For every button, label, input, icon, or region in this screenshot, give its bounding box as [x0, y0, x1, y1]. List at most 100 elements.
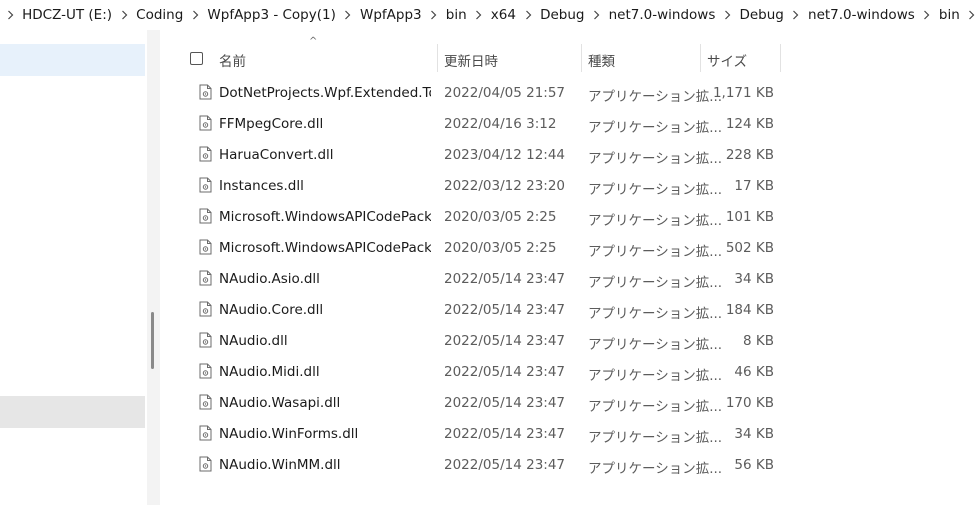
file-row[interactable]: NAudio.WinForms.dll 2022/05/14 23:47 アプリケー… [190, 418, 790, 449]
breadcrumb-item[interactable]: bin [933, 7, 966, 23]
chevron-right-icon[interactable] [590, 0, 602, 30]
breadcrumb-item[interactable]: bin [440, 7, 473, 23]
file-row[interactable]: NAudio.WinMM.dll 2022/05/14 23:47 アプリケーション… [190, 449, 790, 480]
file-date: 2022/04/05 21:57 [444, 85, 566, 101]
dll-file-icon [199, 363, 212, 379]
file-row[interactable]: NAudio.Midi.dll 2022/05/14 23:47 アプリケーション拡… [190, 356, 790, 387]
dll-file-icon [199, 301, 212, 317]
chevron-right-icon[interactable] [118, 0, 130, 30]
file-size: 170 KB [725, 395, 774, 411]
file-name[interactable]: NAudio.WinForms.dll [219, 426, 358, 442]
chevron-right-icon[interactable] [966, 0, 978, 30]
file-date: 2022/05/14 23:47 [444, 457, 566, 473]
chevron-right-icon[interactable] [721, 0, 733, 30]
file-date: 2022/05/14 23:47 [444, 426, 566, 442]
file-size: 56 KB [734, 457, 774, 473]
file-date: 2022/05/14 23:47 [444, 333, 566, 349]
navigation-pane[interactable] [0, 30, 147, 505]
dll-file-icon [199, 177, 212, 193]
breadcrumb-item[interactable]: WpfApp3 [354, 7, 428, 23]
file-size: 228 KB [725, 147, 774, 163]
column-header-name[interactable]: 名前 [219, 50, 246, 70]
file-size: 184 KB [725, 302, 774, 318]
file-name[interactable]: NAudio.dll [219, 333, 288, 349]
file-name[interactable]: DotNetProjects.Wpf.Extended.To... [219, 85, 431, 101]
file-date: 2022/04/16 3:12 [444, 116, 557, 132]
file-date: 2023/04/12 12:44 [444, 147, 566, 163]
chevron-right-icon[interactable] [189, 0, 201, 30]
file-row[interactable]: Instances.dll 2022/03/12 23:20 アプリケーション拡..… [190, 170, 790, 201]
file-type: アプリケーション拡... [588, 244, 723, 260]
file-size: 1,171 KB [712, 85, 774, 101]
file-name[interactable]: NAudio.Wasapi.dll [219, 395, 340, 411]
file-date: 2022/05/14 23:47 [444, 395, 566, 411]
breadcrumb-item[interactable]: net7.0-windows [603, 7, 722, 23]
chevron-right-icon[interactable] [921, 0, 933, 30]
file-name[interactable]: Microsoft.WindowsAPICodePack.... [219, 240, 431, 256]
file-name[interactable]: NAudio.WinMM.dll [219, 457, 341, 473]
column-divider[interactable] [700, 44, 701, 72]
file-date: 2022/05/14 23:47 [444, 364, 566, 380]
file-row[interactable]: DotNetProjects.Wpf.Extended.To... 2022/04… [190, 77, 790, 108]
breadcrumb-item[interactable]: net7.0-windows [802, 7, 921, 23]
chevron-right-icon[interactable] [428, 0, 440, 30]
dll-file-icon [199, 208, 212, 224]
file-row[interactable]: Microsoft.WindowsAPICodePack.... 2020/03/… [190, 232, 790, 263]
file-name[interactable]: FFMpegCore.dll [219, 116, 323, 132]
column-header-date[interactable]: 更新日時 [444, 50, 498, 70]
breadcrumb-item[interactable]: HDCZ-UT (E:) [16, 7, 118, 23]
file-size: 101 KB [725, 209, 774, 225]
file-list: ^ 名前 更新日時 種類 サイズ DotNetProjects.Wpf.Exte… [160, 30, 978, 505]
file-row[interactable]: NAudio.Wasapi.dll 2022/05/14 23:47 アプリケーショ… [190, 387, 790, 418]
file-date: 2022/05/14 23:47 [444, 271, 566, 287]
file-name[interactable]: HaruaConvert.dll [219, 147, 334, 163]
select-all-checkbox[interactable] [190, 52, 203, 65]
file-date: 2022/05/14 23:47 [444, 302, 566, 318]
file-type: アプリケーション拡... [588, 120, 723, 136]
file-date: 2022/03/12 23:20 [444, 178, 566, 194]
nav-item-selected[interactable] [0, 44, 145, 76]
column-divider[interactable] [581, 44, 582, 72]
chevron-right-icon[interactable] [4, 0, 16, 30]
file-row[interactable]: NAudio.dll 2022/05/14 23:47 アプリケーション拡... 8 … [190, 325, 790, 356]
file-size: 124 KB [725, 116, 774, 132]
pane-divider[interactable] [147, 30, 160, 505]
column-header-size[interactable]: サイズ [707, 50, 747, 70]
nav-scrollbar[interactable] [151, 312, 154, 369]
file-row[interactable]: Microsoft.WindowsAPICodePack.... 2020/03/… [190, 201, 790, 232]
file-row[interactable]: FFMpegCore.dll 2022/04/16 3:12 アプリケーション拡..… [190, 108, 790, 139]
dll-file-icon [199, 425, 212, 441]
file-size: 46 KB [734, 364, 774, 380]
nav-item-highlighted[interactable] [0, 396, 145, 428]
column-divider[interactable] [780, 44, 781, 72]
file-row[interactable]: HaruaConvert.dll 2023/04/12 12:44 アプリケーション… [190, 139, 790, 170]
file-name[interactable]: NAudio.Asio.dll [219, 271, 320, 287]
chevron-right-icon[interactable] [342, 0, 354, 30]
column-header-type[interactable]: 種類 [588, 50, 615, 70]
file-type: アプリケーション拡... [588, 182, 723, 198]
file-type: アプリケーション拡... [588, 461, 723, 477]
file-type: アプリケーション拡... [588, 275, 723, 291]
file-row[interactable]: NAudio.Asio.dll 2022/05/14 23:47 アプリケーション拡… [190, 263, 790, 294]
breadcrumb: HDCZ-UT (E:) Coding WpfApp3 - Copy(1) WpfAp… [0, 0, 978, 30]
file-type: アプリケーション拡... [588, 430, 723, 446]
dll-file-icon [199, 146, 212, 162]
breadcrumb-item[interactable]: Coding [130, 7, 189, 23]
chevron-right-icon[interactable] [473, 0, 485, 30]
chevron-right-icon[interactable] [790, 0, 802, 30]
dll-file-icon [199, 115, 212, 131]
file-name[interactable]: NAudio.Midi.dll [219, 364, 320, 380]
file-type: アプリケーション拡... [588, 337, 723, 353]
file-name[interactable]: NAudio.Core.dll [219, 302, 323, 318]
file-name[interactable]: Instances.dll [219, 178, 304, 194]
breadcrumb-item[interactable]: WpfApp3 - Copy(1) [201, 7, 341, 23]
file-size: 8 KB [743, 333, 774, 349]
breadcrumb-item[interactable]: Debug [534, 7, 590, 23]
file-name[interactable]: Microsoft.WindowsAPICodePack.... [219, 209, 431, 225]
breadcrumb-item[interactable]: Debug [733, 7, 789, 23]
file-size: 17 KB [734, 178, 774, 194]
file-row[interactable]: NAudio.Core.dll 2022/05/14 23:47 アプリケーション拡… [190, 294, 790, 325]
column-divider[interactable] [437, 44, 438, 72]
breadcrumb-item[interactable]: x64 [485, 7, 522, 23]
chevron-right-icon[interactable] [522, 0, 534, 30]
